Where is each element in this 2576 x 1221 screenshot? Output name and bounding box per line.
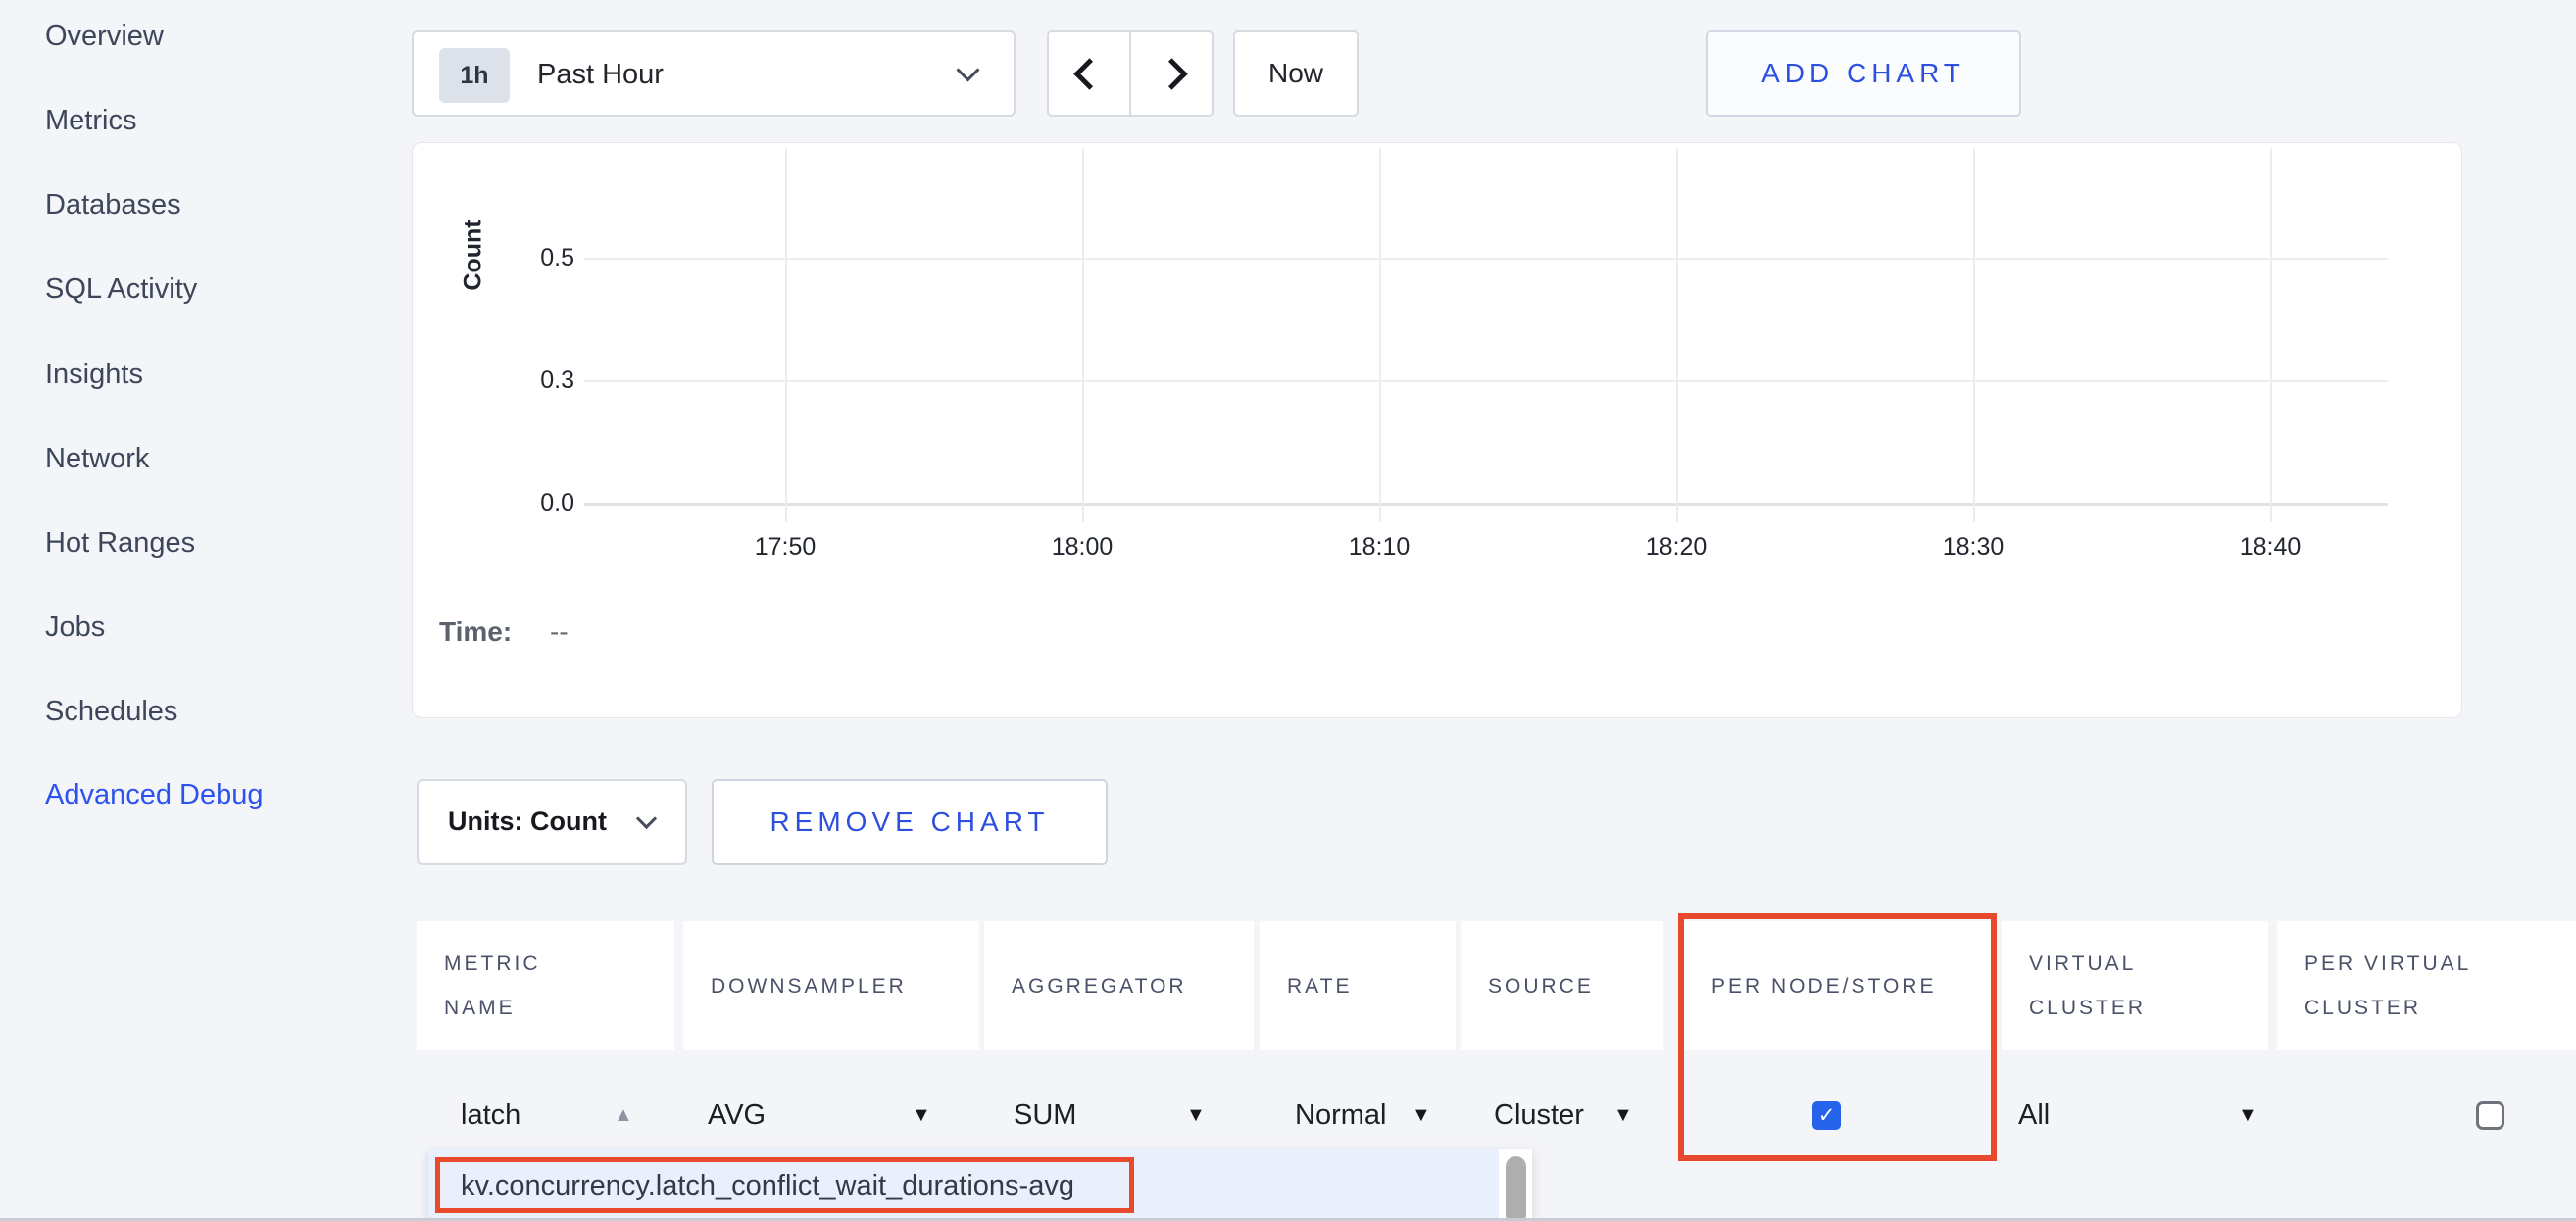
dropdown-arrow-icon[interactable]: ▼ [1613, 1104, 1633, 1127]
col-header-rate: RATE [1260, 921, 1456, 1050]
scrollbar-track[interactable] [1499, 1149, 1532, 1221]
chevron-down-icon [636, 808, 657, 829]
col-header-label: VIRTUAL CLUSTER [2029, 942, 2201, 1030]
per-node-store-annotation-box [1678, 913, 1997, 1161]
time-range-badge: 1h [439, 48, 510, 103]
col-header-per-virtual-cluster: PER VIRTUAL CLUSTER [2277, 921, 2576, 1050]
col-header-label: AGGREGATOR [1012, 964, 1187, 1008]
aggregator-select-value[interactable]: SUM [1014, 1099, 1076, 1132]
dropdown-arrow-icon[interactable]: ▼ [1412, 1104, 1431, 1127]
chart-card: Count 0.5 0.3 0.0 17:50 18:00 18:10 18:2… [412, 142, 2462, 718]
col-header-virtual-cluster: VIRTUAL CLUSTER [2002, 921, 2268, 1050]
dropdown-arrow-icon[interactable]: ▼ [912, 1104, 931, 1127]
scrollbar-thumb[interactable] [1506, 1156, 1526, 1221]
sidebar-item-schedules[interactable]: Schedules [45, 695, 177, 728]
x-tick-label: 18:20 [1608, 533, 1745, 562]
advanced-debug-custom-chart-page: Overview Metrics Databases SQL Activity … [0, 0, 2576, 1221]
now-button[interactable]: Now [1233, 30, 1359, 117]
units-dropdown[interactable]: Units: Count [417, 779, 687, 865]
col-header-label: DOWNSAMPLER [711, 964, 907, 1008]
virtual-cluster-select-value[interactable]: All [2018, 1099, 2050, 1132]
chevron-right-icon [1156, 58, 1188, 90]
source-select-value[interactable]: Cluster [1494, 1099, 1584, 1132]
time-next-button[interactable] [1129, 30, 1214, 117]
y-tick-label: 0.3 [496, 366, 574, 395]
sidebar-item-jobs[interactable]: Jobs [45, 610, 105, 644]
sidebar-item-databases[interactable]: Databases [45, 188, 181, 221]
suggestion-annotation-box [435, 1157, 1134, 1213]
sidebar-item-metrics[interactable]: Metrics [45, 104, 136, 137]
sort-up-icon[interactable]: ▲ [614, 1104, 633, 1127]
sidebar-item-hot-ranges[interactable]: Hot Ranges [45, 526, 195, 560]
now-button-label: Now [1235, 32, 1357, 115]
y-tick-label: 0.5 [496, 243, 574, 272]
col-header-source: SOURCE [1461, 921, 1663, 1050]
remove-chart-button[interactable]: REMOVE CHART [712, 779, 1108, 865]
col-header-metric-name: METRIC NAME [417, 921, 674, 1050]
time-range-selector[interactable]: 1h Past Hour [412, 30, 1016, 117]
chevron-left-icon [1073, 58, 1106, 90]
x-tick-label: 18:10 [1311, 533, 1448, 562]
hover-time-caption: Time: [439, 616, 512, 648]
x-tick-label: 18:30 [1905, 533, 2042, 562]
sidebar-item-insights[interactable]: Insights [45, 358, 143, 391]
col-header-label: METRIC NAME [444, 942, 611, 1030]
x-tick-label: 18:40 [2202, 533, 2339, 562]
col-header-label: RATE [1287, 964, 1352, 1008]
add-chart-button[interactable]: ADD CHART [1706, 30, 2021, 117]
sidebar-item-sql-activity[interactable]: SQL Activity [45, 272, 197, 306]
add-chart-label: ADD CHART [1761, 58, 1965, 89]
time-prev-button[interactable] [1047, 30, 1131, 117]
time-range-label: Past Hour [537, 59, 664, 91]
sidebar-item-advanced-debug[interactable]: Advanced Debug [45, 778, 264, 811]
units-dropdown-label: Units: Count [448, 806, 607, 837]
col-header-aggregator: AGGREGATOR [984, 921, 1254, 1050]
y-tick-label: 0.0 [496, 488, 574, 517]
sidebar-item-network[interactable]: Network [45, 442, 149, 475]
per-virtual-cluster-checkbox[interactable] [2476, 1101, 2504, 1130]
y-axis-title: Count [460, 187, 488, 324]
downsampler-select-value[interactable]: AVG [708, 1099, 766, 1132]
col-header-label: SOURCE [1488, 964, 1594, 1008]
chart-plot-area[interactable] [584, 148, 2388, 525]
hover-time-value: -- [550, 616, 569, 648]
x-tick-label: 17:50 [717, 533, 854, 562]
chevron-down-icon [956, 58, 979, 81]
dropdown-arrow-icon[interactable]: ▼ [2238, 1104, 2257, 1127]
col-header-downsampler: DOWNSAMPLER [683, 921, 979, 1050]
sidebar-item-overview[interactable]: Overview [45, 20, 164, 53]
remove-chart-label: REMOVE CHART [769, 806, 1049, 838]
metric-name-input[interactable]: latch [461, 1099, 520, 1132]
col-header-label: PER VIRTUAL CLUSTER [2304, 942, 2535, 1030]
dropdown-arrow-icon[interactable]: ▼ [1186, 1104, 1206, 1127]
rate-select-value[interactable]: Normal [1295, 1099, 1386, 1132]
x-tick-label: 18:00 [1014, 533, 1151, 562]
